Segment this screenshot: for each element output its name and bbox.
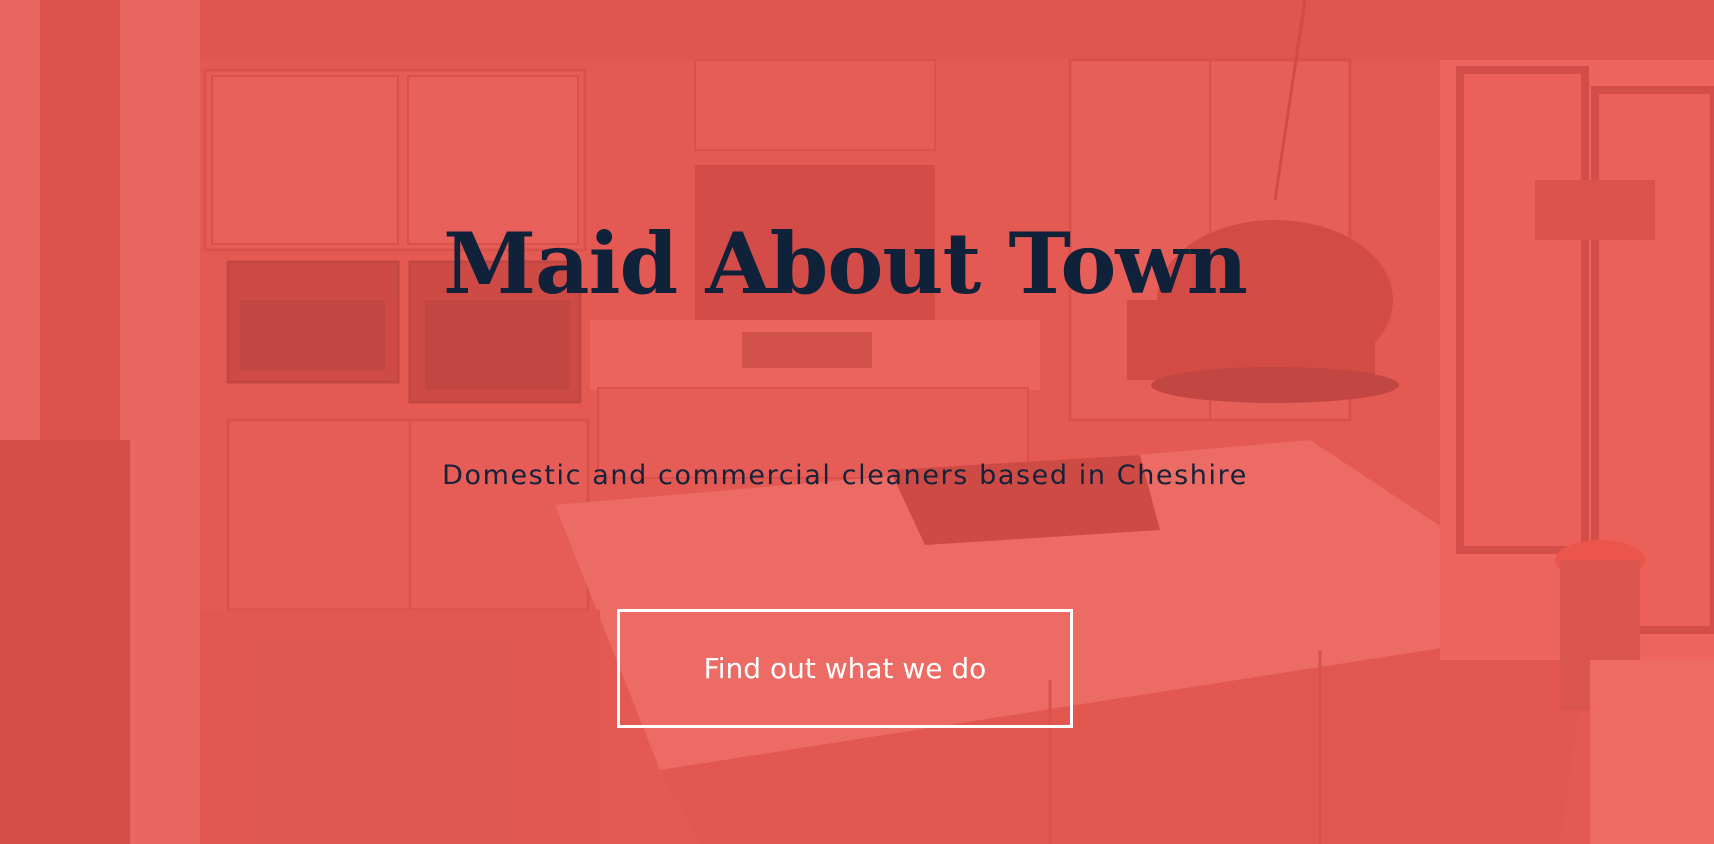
tagline: Domestic and commercial cleaners based i… <box>442 460 1248 491</box>
hero-content: Maid About Town Domestic and commercial … <box>0 0 1714 844</box>
hero-section: Maid About Town Domestic and commercial … <box>0 0 1714 844</box>
find-out-button[interactable]: Find out what we do <box>617 609 1073 728</box>
site-title: Maid About Town <box>443 214 1248 313</box>
